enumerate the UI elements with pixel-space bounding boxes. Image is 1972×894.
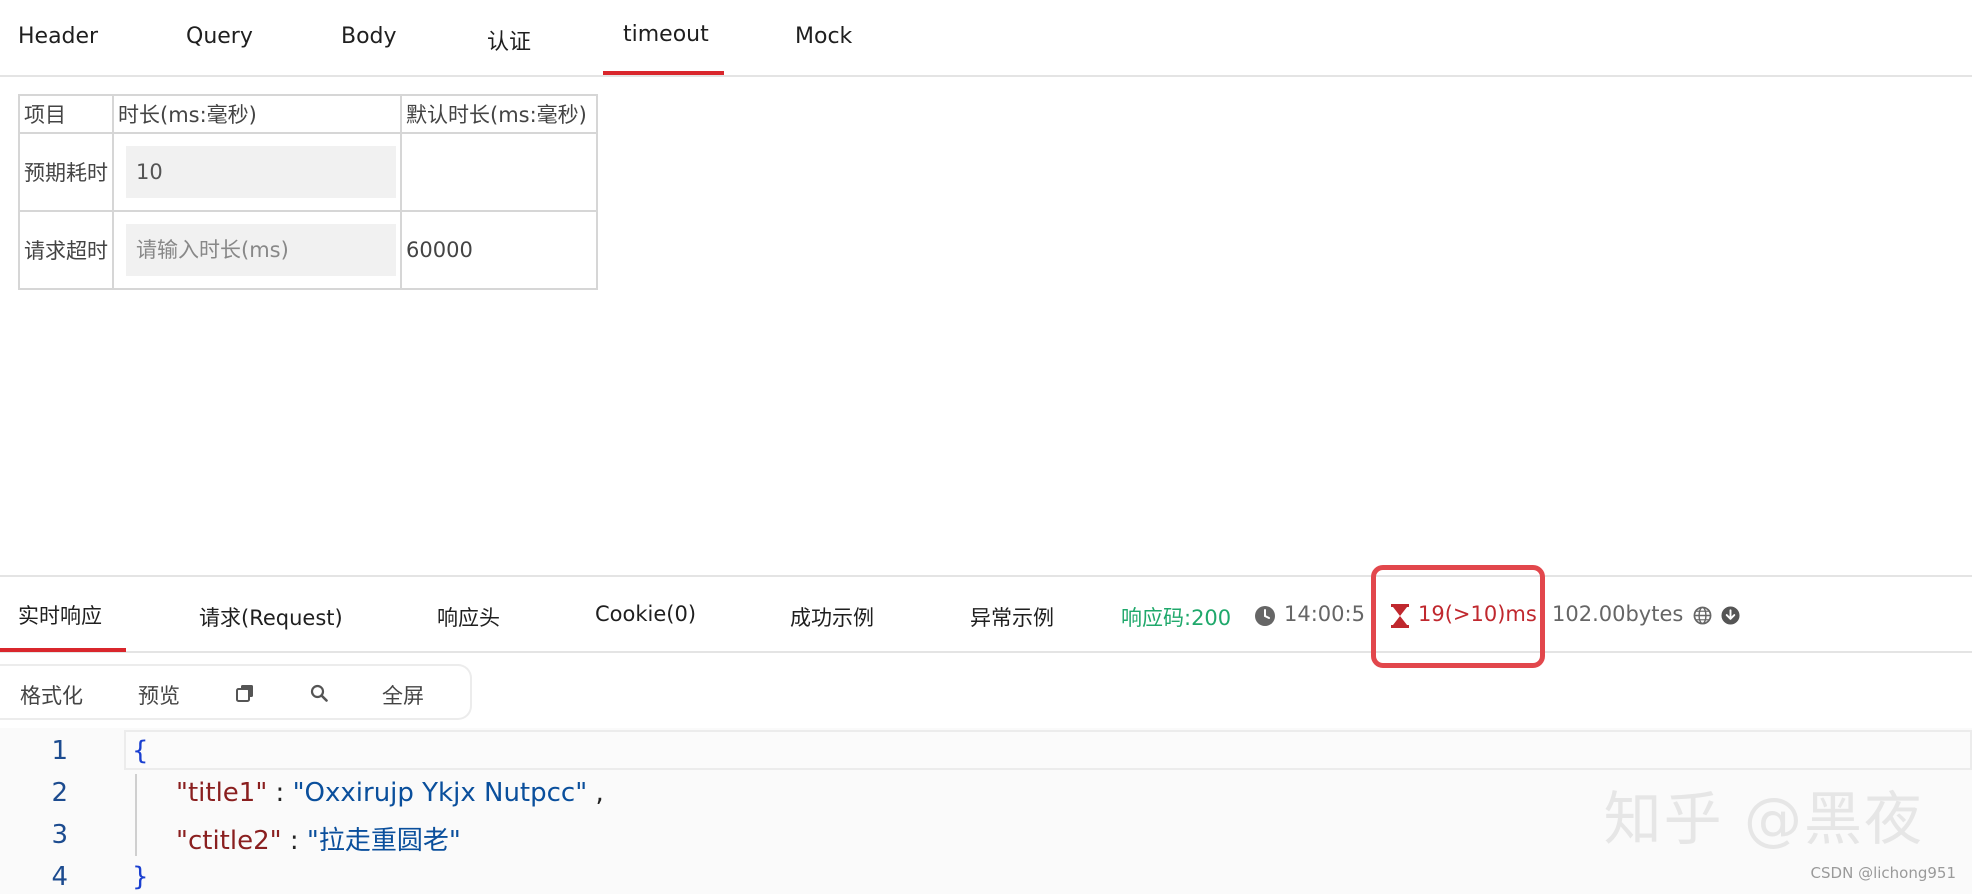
line-number: 1 — [51, 736, 68, 766]
indent-guide — [135, 774, 137, 856]
editor-toolbar: 格式化 预览 全屏 — [0, 664, 472, 720]
tab-mock[interactable]: Mock — [795, 24, 852, 49]
column-header-duration: 时长(ms:毫秒) — [112, 94, 402, 134]
json-comma: , — [595, 778, 604, 808]
code-line-title1: "title1" : "Oxxirujp Ykjx Nutpcc" , — [176, 778, 604, 808]
status-code: 响应码:200 — [1121, 606, 1232, 630]
response-time: 14:00:5 — [1284, 602, 1365, 626]
cell-expected-input — [112, 132, 402, 212]
tab-success-example[interactable]: 成功示例 — [790, 602, 874, 632]
row-label-request-timeout: 请求超时 — [18, 210, 114, 290]
line-number: 3 — [51, 820, 68, 850]
row-label-expected-time: 预期耗时 — [18, 132, 114, 212]
clock-icon — [1254, 605, 1276, 627]
tab-body[interactable]: Body — [341, 24, 397, 49]
copy-icon[interactable] — [236, 684, 254, 702]
duration-highlight-box — [1371, 565, 1545, 668]
table-header-row: 项目 时长(ms:毫秒) 默认时长(ms:毫秒) — [18, 94, 598, 134]
json-key: "title1" — [176, 778, 268, 808]
line-number: 4 — [51, 862, 68, 892]
cell-expected-default — [400, 132, 598, 212]
tab-response-headers[interactable]: 响应头 — [437, 602, 500, 632]
download-icon[interactable] — [1721, 606, 1740, 625]
code-open-brace: { — [132, 736, 149, 766]
cell-timeout-input — [112, 210, 402, 290]
column-header-item: 项目 — [18, 94, 114, 134]
tab-timeout[interactable]: timeout — [623, 22, 709, 47]
format-button[interactable]: 格式化 — [20, 680, 83, 710]
tab-request[interactable]: 请求(Request) — [199, 602, 343, 632]
json-value: "拉走重圆老" — [306, 826, 461, 856]
active-line-highlight — [124, 730, 1972, 770]
json-value: "Oxxirujp Ykjx Nutpcc" — [292, 778, 588, 808]
response-tab-bar: 实时响应 请求(Request) 响应头 Cookie(0) 成功示例 异常示例… — [0, 575, 1972, 653]
request-tab-bar: Header Query Body 认证 timeout Mock — [0, 0, 1972, 77]
search-icon[interactable] — [310, 684, 328, 702]
request-timeout-input[interactable] — [126, 224, 396, 276]
line-number: 2 — [51, 778, 68, 808]
fullscreen-button[interactable]: 全屏 — [382, 680, 424, 710]
globe-icon[interactable] — [1693, 606, 1712, 625]
code-close-brace: } — [132, 862, 149, 892]
code-line-ctitle2: "ctitle2" : "拉走重圆老" — [176, 826, 461, 856]
table-row-expected: 预期耗时 — [18, 132, 598, 212]
cell-timeout-default: 60000 — [400, 210, 598, 290]
json-key: "ctitle2" — [176, 826, 282, 856]
column-header-default: 默认时长(ms:毫秒) — [400, 94, 598, 134]
tab-query[interactable]: Query — [186, 24, 253, 49]
tab-auth[interactable]: 认证 — [487, 24, 531, 56]
active-tab-indicator — [603, 71, 724, 75]
tab-error-example[interactable]: 异常示例 — [970, 602, 1054, 632]
tab-realtime-response[interactable]: 实时响应 — [18, 600, 102, 630]
tab-cookie[interactable]: Cookie(0) — [595, 602, 696, 626]
tab-header[interactable]: Header — [18, 24, 98, 49]
table-row-timeout: 请求超时 60000 — [18, 210, 598, 290]
active-response-tab-indicator — [0, 648, 126, 652]
credit-text: CSDN @lichong951 — [1810, 864, 1956, 882]
response-size: 102.00bytes — [1552, 602, 1684, 626]
timeout-table: 项目 时长(ms:毫秒) 默认时长(ms:毫秒) 预期耗时 请求超时 60000 — [18, 94, 598, 290]
expected-time-input[interactable] — [126, 146, 396, 198]
preview-button[interactable]: 预览 — [138, 680, 180, 710]
watermark: 知乎 @黑夜 — [1603, 785, 1924, 853]
